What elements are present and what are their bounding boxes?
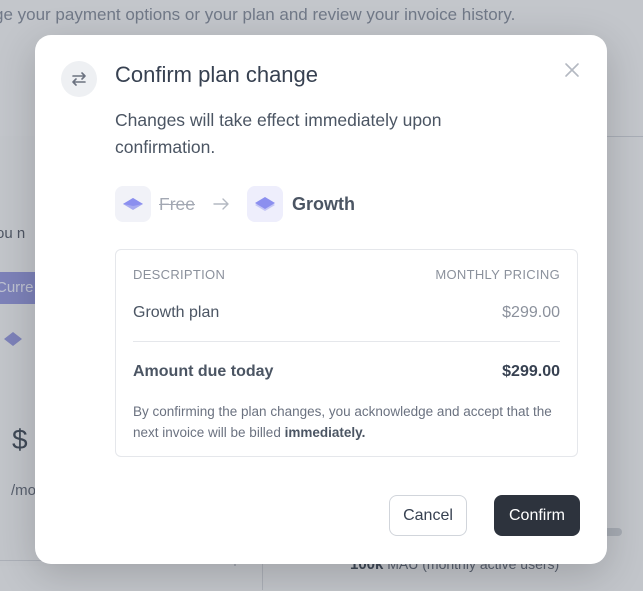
cancel-button[interactable]: Cancel bbox=[389, 495, 467, 536]
billing-note-emphasis: immediately. bbox=[284, 425, 366, 440]
column-header-pricing: MONTHLY PRICING bbox=[435, 267, 560, 282]
old-plan-name: Free bbox=[159, 193, 195, 214]
line-item-price: $299.00 bbox=[502, 304, 560, 321]
column-header-description: DESCRIPTION bbox=[133, 267, 226, 282]
pricing-summary: DESCRIPTION MONTHLY PRICING Growth plan … bbox=[115, 249, 578, 457]
total-label: Amount due today bbox=[133, 363, 274, 380]
new-plan-name: Growth bbox=[291, 193, 355, 214]
divider bbox=[133, 341, 560, 342]
confirm-button[interactable]: Confirm bbox=[494, 495, 580, 536]
dialog-description: Changes will take effect immediately upo… bbox=[115, 110, 442, 157]
billing-note: By confirming the plan changes, you ackn… bbox=[133, 401, 560, 443]
line-item-name: Growth plan bbox=[133, 304, 220, 321]
layers-diamond-icon bbox=[246, 186, 283, 222]
total-row: Amount due today $299.00 bbox=[133, 363, 560, 381]
layers-diamond-icon bbox=[115, 186, 151, 222]
confirm-plan-dialog: Confirm plan change Changes will take ef… bbox=[35, 35, 607, 564]
total-price: $299.00 bbox=[502, 363, 560, 380]
arrow-right-icon bbox=[213, 198, 229, 210]
plan-change-summary: Free Growth bbox=[115, 186, 355, 222]
close-icon[interactable] bbox=[561, 59, 583, 81]
swap-arrows-icon bbox=[61, 61, 97, 97]
line-item-row: Growth plan $299.00 bbox=[133, 304, 560, 322]
dialog-title: Confirm plan change bbox=[115, 62, 319, 87]
